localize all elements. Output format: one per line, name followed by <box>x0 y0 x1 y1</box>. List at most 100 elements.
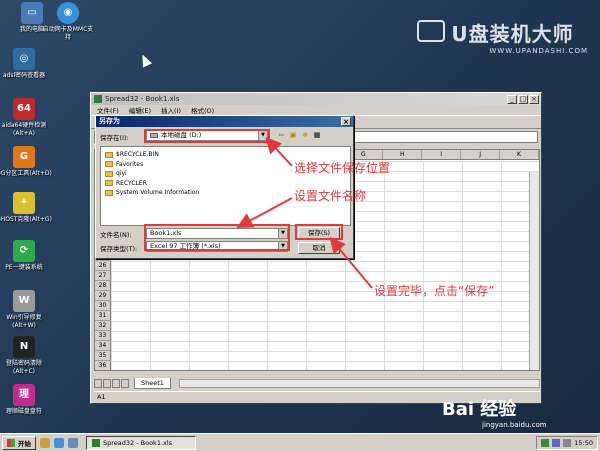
boot-repair-icon: W <box>13 290 35 312</box>
dialog-titlebar[interactable]: 另存为 × <box>96 116 353 127</box>
column-header[interactable]: H <box>383 150 423 159</box>
desktop-icon-dg[interactable]: G DG分区工具(Alt+D) <box>0 146 52 178</box>
desktop-icon-label: 登陆密码清除(Alt+C) <box>5 360 42 375</box>
watermark-brand: U盘装机大师 <box>451 22 574 46</box>
menu-format[interactable]: 格式(O) <box>191 105 214 115</box>
annotation-location: 选择文件保存位置 <box>294 161 391 175</box>
globe-icon: ◉ <box>57 2 79 24</box>
horizontal-scrollbar[interactable] <box>178 378 540 388</box>
filetype-label: 保存类型(T): <box>100 245 138 253</box>
taskbar-item-label: Spread32 - Book1.xls <box>103 438 173 447</box>
desktop-icon-label: 启动网卡及MMC支持 <box>42 26 94 41</box>
taskbar-item-spreadsheet[interactable]: Spread32 - Book1.xls <box>86 435 196 450</box>
menu-file[interactable]: 文件(F) <box>97 105 119 115</box>
aida64-icon: 64 <box>13 98 35 120</box>
row-header[interactable]: 27 <box>95 271 111 281</box>
install-icon: ⟳ <box>13 240 35 262</box>
quicklaunch-browser-icon[interactable] <box>54 437 64 448</box>
ghost-icon: ✦ <box>13 192 35 214</box>
row-header[interactable]: 33 <box>95 331 111 341</box>
window-titlebar[interactable]: Spread32 - Book1.xls _ □ × <box>91 93 541 105</box>
last-sheet-button[interactable] <box>121 378 129 388</box>
column-header[interactable]: I <box>422 150 462 159</box>
watermark-logo-icon <box>417 20 446 42</box>
maximize-button[interactable]: □ <box>518 94 528 104</box>
dialog-toolbar: ⇦ ▣ ✱ ▦ <box>276 130 322 140</box>
folder-icon <box>105 170 113 177</box>
spreadsheet-app-icon <box>92 438 100 447</box>
desktop-icon-label: adsl密码查看器 <box>2 72 46 79</box>
row-header[interactable]: 36 <box>95 361 111 370</box>
desktop-icon-adsl[interactable]: ◎ adsl密码查看器 <box>0 48 52 80</box>
desktop-icon-network[interactable]: ◉ 启动网卡及MMC支持 <box>40 2 96 42</box>
up-folder-icon[interactable]: ▣ <box>288 130 298 140</box>
annotation-done: 设置完毕，点击“保存” <box>374 284 495 298</box>
system-tray: 15:50 <box>536 435 598 450</box>
desktop-icon-password-clear[interactable]: N 登陆密码清除(Alt+C) <box>0 336 52 376</box>
dialog-close-button[interactable]: × <box>341 117 351 126</box>
quicklaunch-tool-icon[interactable] <box>40 437 50 448</box>
close-button[interactable]: × <box>529 94 539 104</box>
desktop-icon-label: PE一键装系统 <box>5 264 43 271</box>
start-label: 开始 <box>18 439 31 448</box>
file-name: $RECYCLE.BIN <box>116 151 159 159</box>
sheet-tab[interactable]: Sheet1 <box>134 377 171 389</box>
row-header[interactable]: 26 <box>95 261 111 271</box>
back-arrow-icon[interactable]: ⇦ <box>276 130 286 140</box>
minimize-button[interactable]: _ <box>507 94 517 104</box>
desktop-icon-pe-install[interactable]: ⟳ PE一键装系统 <box>0 240 52 272</box>
first-sheet-button[interactable] <box>94 378 102 388</box>
windows-flag-icon <box>7 438 15 447</box>
spreadsheet-app-icon <box>94 95 102 103</box>
vertical-scrollbar[interactable] <box>529 172 539 370</box>
desktop-icon-label: 理顺磁盘盘符 <box>5 408 42 415</box>
dialog-title: 另存为 <box>99 117 120 125</box>
desktop-icon-label: DG分区工具(Alt+D) <box>0 170 52 177</box>
menu-edit[interactable]: 编辑(E) <box>129 105 151 115</box>
file-name: RECYCLER <box>116 179 147 187</box>
watermark: U盘装机大师 WWW.UPANDASHI.COM <box>417 18 588 55</box>
highlight-filename <box>144 224 290 251</box>
quicklaunch-desktop-icon[interactable] <box>68 437 78 448</box>
desktop-icon-label: Win引导修复(Alt+W) <box>6 314 42 329</box>
menu-insert[interactable]: 插入(I) <box>161 105 181 115</box>
row-header[interactable]: 35 <box>95 351 111 361</box>
highlight-save-button <box>295 224 343 240</box>
drive-letter-icon: 理 <box>13 384 35 406</box>
row-header[interactable]: 29 <box>95 291 111 301</box>
network-key-icon: ◎ <box>13 48 35 70</box>
tray-display-icon[interactable] <box>563 438 572 447</box>
desktop-icon-aida64[interactable]: 64 aida64硬件检测(Alt+A) <box>0 98 52 138</box>
row-header[interactable]: 28 <box>95 281 111 291</box>
row-header[interactable]: 32 <box>95 321 111 331</box>
row-header[interactable]: 34 <box>95 341 111 351</box>
file-name: qiyi <box>116 170 127 178</box>
desktop-icon-ghost[interactable]: ✦ GHOST克隆(Alt+G) <box>0 192 52 224</box>
partition-tool-icon: G <box>13 146 35 168</box>
desktop-icon-label: aida64硬件检测(Alt+A) <box>1 122 47 137</box>
menu-bar: 文件(F) 编辑(E) 插入(I) 格式(O) <box>91 105 541 115</box>
column-header[interactable]: K <box>500 150 539 159</box>
folder-icon <box>105 189 113 196</box>
annotation-name: 设置文件名称 <box>294 189 367 203</box>
row-header[interactable]: 31 <box>95 311 111 321</box>
mouse-cursor-icon <box>137 52 153 68</box>
view-menu-icon[interactable]: ▦ <box>312 130 322 140</box>
file-list[interactable]: $RECYCLE.BIN Favorites qiyi RECYCLER Sys… <box>100 146 351 226</box>
next-sheet-button[interactable] <box>112 378 120 388</box>
cancel-button[interactable]: 取消 <box>298 242 340 254</box>
password-clear-icon: N <box>13 336 35 358</box>
desktop-icon-drive-letter[interactable]: 理 理顺磁盘盘符 <box>0 384 52 416</box>
column-header[interactable]: J <box>461 150 501 159</box>
row-header[interactable]: 30 <box>95 301 111 311</box>
start-button[interactable]: 开始 <box>2 435 36 450</box>
prev-sheet-button[interactable] <box>103 378 111 388</box>
baidu-watermark: Bai 经验 jingyan.baidu.com <box>442 395 547 429</box>
clock[interactable]: 15:50 <box>574 439 593 447</box>
tray-network-icon[interactable] <box>541 438 550 447</box>
desktop-icon-win-boot[interactable]: W Win引导修复(Alt+W) <box>0 290 52 330</box>
tray-volume-icon[interactable] <box>552 438 561 447</box>
window-title: Spread32 - Book1.xls <box>105 95 180 103</box>
folder-icon <box>105 161 113 168</box>
new-folder-icon[interactable]: ✱ <box>300 130 310 140</box>
